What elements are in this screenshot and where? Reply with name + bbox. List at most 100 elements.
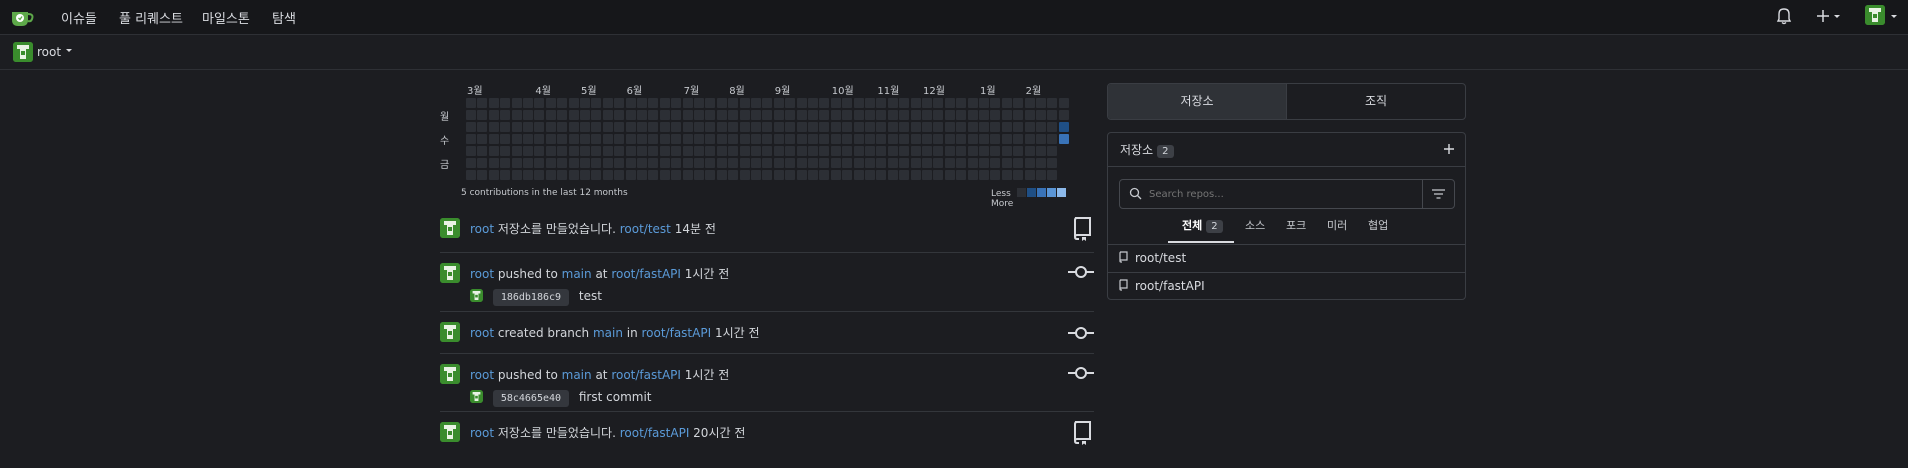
context-user-switcher[interactable]: root — [13, 42, 73, 62]
heatmap-cell[interactable] — [1047, 122, 1058, 132]
heatmap-cell[interactable] — [773, 146, 784, 156]
heatmap-cell[interactable] — [796, 122, 807, 132]
nav-pull-requests[interactable]: 풀 리퀘스트 — [119, 8, 183, 27]
heatmap-cell[interactable] — [933, 134, 944, 144]
heatmap-cell[interactable] — [922, 110, 932, 120]
heatmap-cell[interactable] — [751, 134, 761, 144]
heatmap-cell[interactable] — [511, 122, 522, 132]
heatmap-cell[interactable] — [614, 122, 625, 132]
heatmap-cell[interactable] — [751, 110, 761, 120]
heatmap-cell[interactable] — [637, 134, 647, 144]
heatmap-cell[interactable] — [545, 110, 556, 120]
heatmap-cell[interactable] — [682, 158, 693, 168]
heatmap-cell[interactable] — [1047, 170, 1058, 180]
heatmap-cell[interactable] — [534, 170, 545, 180]
heatmap-cell[interactable] — [682, 146, 693, 156]
heatmap-cell[interactable] — [990, 146, 1001, 156]
heatmap-cell[interactable] — [762, 170, 773, 180]
heatmap-cell[interactable] — [614, 110, 625, 120]
heatmap-cell[interactable] — [979, 110, 989, 120]
heatmap-cell[interactable] — [1036, 146, 1046, 156]
heatmap-cell[interactable] — [751, 146, 761, 156]
heatmap-cell[interactable] — [488, 134, 499, 144]
heatmap-cell[interactable] — [808, 110, 818, 120]
heatmap-cell[interactable] — [967, 98, 978, 108]
heatmap-cell[interactable] — [1013, 122, 1024, 132]
commit-sha[interactable]: 186db186c9 — [492, 289, 570, 306]
heatmap-cell[interactable] — [910, 110, 921, 120]
heatmap-cell[interactable] — [773, 110, 784, 120]
heatmap-cell[interactable] — [853, 122, 864, 132]
feed-user-link[interactable]: root — [470, 267, 494, 281]
heatmap-cell[interactable] — [637, 158, 647, 168]
heatmap-cell[interactable] — [716, 158, 727, 168]
feed-repo-link[interactable]: root/fastAPI — [611, 368, 681, 382]
heatmap-cell[interactable] — [922, 134, 932, 144]
heatmap-cell[interactable] — [819, 158, 830, 168]
heatmap-cell[interactable] — [557, 170, 568, 180]
heatmap-cell[interactable] — [716, 110, 727, 120]
heatmap-cell[interactable] — [956, 146, 967, 156]
heatmap-cell[interactable] — [865, 146, 875, 156]
heatmap-cell[interactable] — [979, 158, 989, 168]
heatmap-cell[interactable] — [477, 98, 488, 108]
heatmap-cell[interactable] — [933, 110, 944, 120]
heatmap-cell[interactable] — [785, 158, 796, 168]
heatmap-cell[interactable] — [1024, 134, 1035, 144]
heatmap-cell[interactable] — [773, 98, 784, 108]
heatmap-cell[interactable] — [614, 98, 625, 108]
user-avatar[interactable] — [1865, 5, 1885, 29]
heatmap-cell[interactable] — [625, 170, 636, 180]
heatmap-cell[interactable] — [819, 134, 830, 144]
heatmap-cell[interactable] — [1013, 134, 1024, 144]
heatmap-cell[interactable] — [796, 158, 807, 168]
heatmap-cell[interactable] — [568, 134, 579, 144]
feed-branch-link[interactable]: main — [562, 267, 592, 281]
heatmap-cell[interactable] — [739, 98, 750, 108]
heatmap-cell[interactable] — [1013, 158, 1024, 168]
heatmap-cell[interactable] — [910, 146, 921, 156]
heatmap-cell[interactable] — [796, 110, 807, 120]
heatmap-cell[interactable] — [659, 134, 670, 144]
heatmap-cell[interactable] — [933, 146, 944, 156]
heatmap-cell[interactable] — [1036, 134, 1046, 144]
heatmap-cell[interactable] — [534, 122, 545, 132]
heatmap-cell[interactable] — [762, 146, 773, 156]
heatmap-cell[interactable] — [614, 146, 625, 156]
heatmap-cell[interactable] — [580, 122, 590, 132]
heatmap-cell[interactable] — [580, 146, 590, 156]
heatmap-cell[interactable] — [842, 170, 853, 180]
heatmap-cell[interactable] — [967, 110, 978, 120]
heatmap-cell[interactable] — [705, 122, 716, 132]
heatmap-cell[interactable] — [511, 134, 522, 144]
heatmap-cell[interactable] — [910, 98, 921, 108]
heatmap-cell[interactable] — [580, 170, 590, 180]
heatmap-cell[interactable] — [671, 170, 682, 180]
heatmap-cell[interactable] — [876, 98, 887, 108]
feed-user-link[interactable]: root — [470, 368, 494, 382]
heatmap-cell[interactable] — [659, 110, 670, 120]
heatmap-cell[interactable] — [979, 146, 989, 156]
heatmap-cell[interactable] — [967, 170, 978, 180]
heatmap-cell[interactable] — [1001, 134, 1012, 144]
heatmap-cell[interactable] — [956, 170, 967, 180]
heatmap-cell[interactable] — [477, 170, 488, 180]
heatmap-cell[interactable] — [808, 98, 818, 108]
heatmap-cell[interactable] — [545, 146, 556, 156]
heatmap-cell[interactable] — [933, 158, 944, 168]
heatmap-cell[interactable] — [466, 134, 476, 144]
nav-explore[interactable]: 탐색 — [272, 8, 296, 27]
heatmap-cell[interactable] — [500, 98, 511, 108]
heatmap-cell[interactable] — [1047, 98, 1058, 108]
heatmap-cell[interactable] — [511, 146, 522, 156]
heatmap-cell[interactable] — [762, 134, 773, 144]
heatmap-cell[interactable] — [1058, 98, 1069, 108]
heatmap-cell[interactable] — [1047, 134, 1058, 144]
heatmap-cell[interactable] — [967, 146, 978, 156]
heatmap-cell[interactable] — [602, 170, 613, 180]
heatmap-cell[interactable] — [1001, 170, 1012, 180]
feed-repo-link[interactable]: root/fastAPI — [642, 326, 712, 340]
heatmap-cell[interactable] — [876, 170, 887, 180]
heatmap-cell[interactable] — [808, 146, 818, 156]
heatmap-cell[interactable] — [887, 146, 898, 156]
